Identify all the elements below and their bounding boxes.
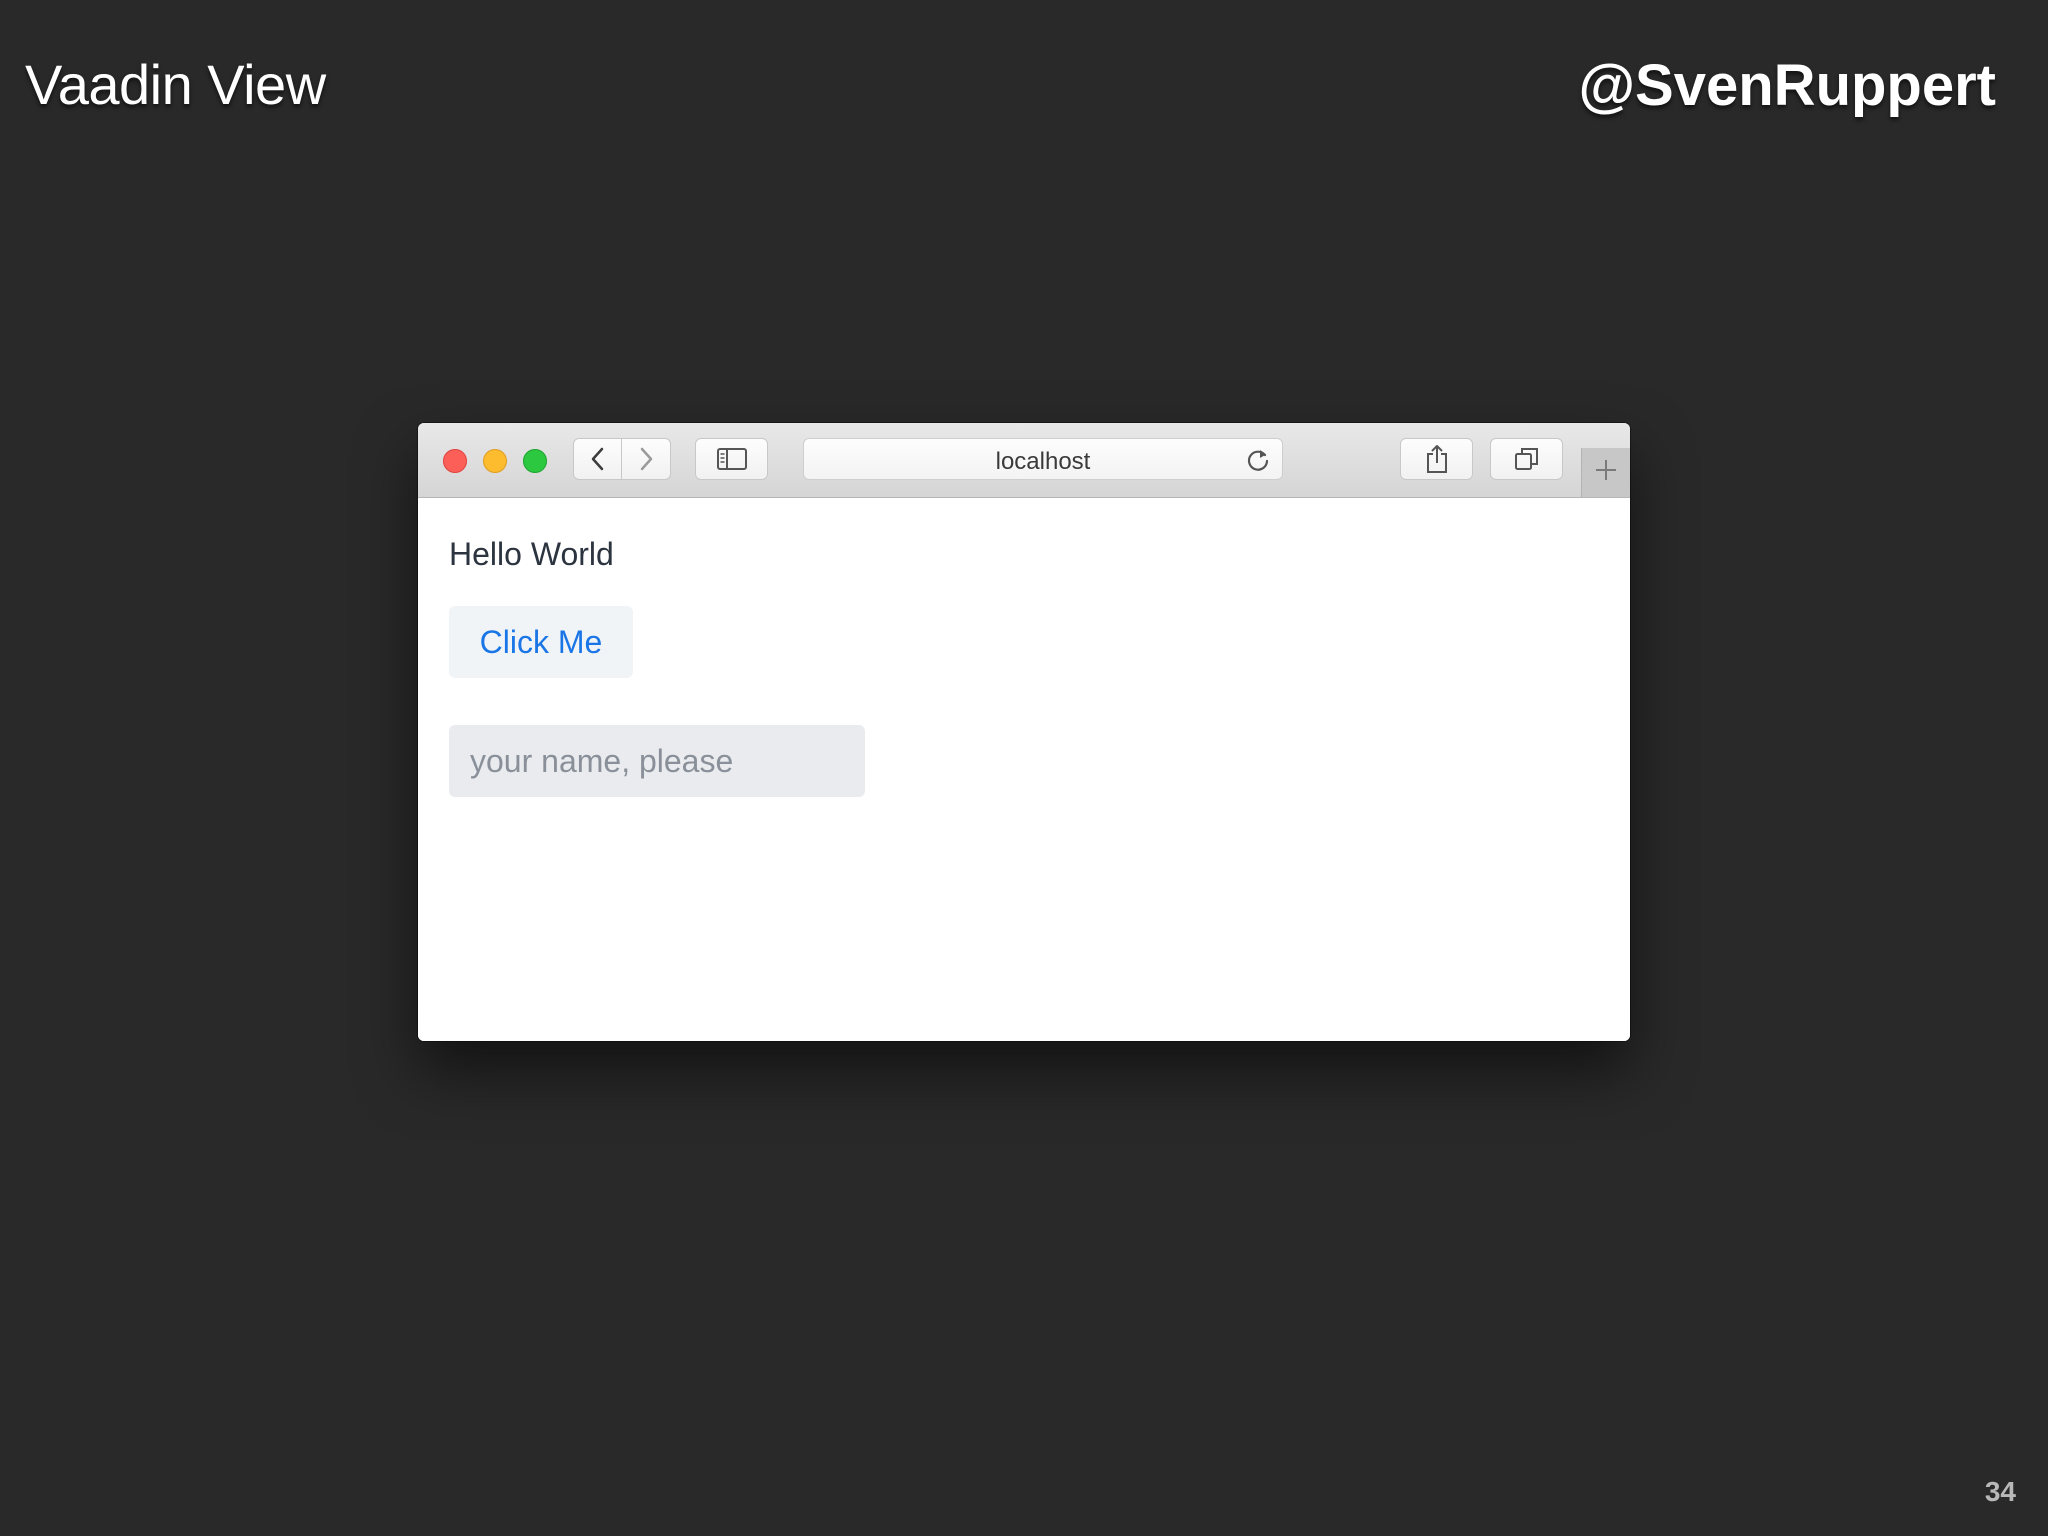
browser-toolbar: localhost (418, 423, 1630, 498)
tabs-overview-icon (1513, 445, 1541, 473)
plus-icon (1594, 458, 1618, 487)
slide-number: 34 (1984, 1476, 2016, 1507)
address-text: localhost (995, 448, 1091, 475)
slide-title: Vaadin View (25, 53, 326, 116)
sidebar-toggle-button[interactable] (695, 438, 768, 480)
click-me-button[interactable]: Click Me (449, 606, 633, 678)
close-window-button[interactable] (443, 449, 467, 473)
zoom-window-button[interactable] (523, 449, 547, 473)
forward-button[interactable] (622, 438, 671, 480)
chevron-left-icon (590, 446, 606, 472)
share-icon (1424, 443, 1450, 475)
name-input[interactable] (449, 725, 865, 797)
address-bar[interactable]: localhost (803, 438, 1283, 480)
author-handle: @SvenRuppert (1578, 53, 1997, 118)
sidebar-icon (716, 447, 748, 471)
back-button[interactable] (573, 438, 622, 480)
greeting-label: Hello World (449, 536, 614, 572)
reload-icon[interactable] (1244, 446, 1272, 474)
chevron-right-icon (638, 446, 654, 472)
share-button[interactable] (1400, 438, 1473, 480)
browser-window: localhost Hello World Click Me (418, 423, 1630, 1041)
new-tab-button[interactable] (1581, 448, 1630, 497)
minimize-window-button[interactable] (483, 449, 507, 473)
tab-overview-button[interactable] (1490, 438, 1563, 480)
page-content: Hello World Click Me (418, 498, 1630, 1041)
